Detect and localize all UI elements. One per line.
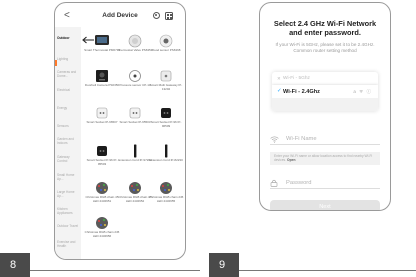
device-multi-gateway[interactable]: Smart Multi Gateway IP-13202 <box>150 69 182 90</box>
wifi-name-field[interactable]: Wi-Fi Name <box>270 133 380 145</box>
device-extension-cord-2[interactable]: Extension Cord IP-82230 <box>149 144 183 162</box>
sidebar-item-lighting[interactable]: Lighting <box>57 57 80 62</box>
device-christmas-chain-2[interactable]: Christmas RGB chain 45 LED 2432952 <box>118 181 152 202</box>
smart-socket-icon <box>129 107 141 119</box>
device-thermostat-valve[interactable]: Thermostat Valve PS6350 <box>118 34 152 52</box>
lock-icon <box>270 179 278 187</box>
device-smart-socket-4[interactable]: Smart Socket IP-96 IP-95503 <box>87 144 117 165</box>
doorbell-camera-icon <box>96 70 108 82</box>
device-christmas-chain-3[interactable]: Christmas RGB chain 245 LED 2432955 <box>149 181 183 202</box>
open-link[interactable]: Open <box>287 158 295 162</box>
device-smart-socket-1[interactable]: Smart Socket IP-96507 <box>86 106 118 124</box>
wifi-icon <box>270 136 279 143</box>
header-bar: < Add Device <box>55 10 185 23</box>
add-device-screen: < Add Device Outdoor Lighting Cameras an… <box>54 2 186 260</box>
sidebar-item-gateway[interactable]: Gateway Control <box>57 155 80 164</box>
device-thermostat[interactable]: Smart Thermostat PM6711 <box>84 34 120 52</box>
scan-icon[interactable] <box>153 12 160 19</box>
device-extension-cord-1[interactable]: Extension Cord IP-97203 <box>118 144 152 162</box>
flood-sensor-icon <box>159 34 173 48</box>
network-item-5ghz[interactable]: ✕ Wi-Fi - 5Ghz <box>272 72 378 85</box>
extension-cord-icon <box>165 144 168 158</box>
christmas-lights-icon <box>129 182 141 194</box>
smart-socket-icon <box>96 107 108 119</box>
valve-icon <box>128 34 142 48</box>
page-title: Select 2.4 GHz Wi-Fi Network and enter p… <box>273 19 377 37</box>
device-flood-sensor[interactable]: Flood sensor PS6368 <box>151 34 181 52</box>
instruction-text: If your Wi-Fi is 5GHz, please set it to … <box>275 42 375 53</box>
category-sidebar: Outdoor Lighting Cameras and Dome... Ele… <box>55 27 81 259</box>
qr-code-icon[interactable] <box>165 11 173 20</box>
sidebar-item-kitchen[interactable]: Kitchen Appliances <box>57 207 80 216</box>
step-number-9: 9 <box>209 253 239 277</box>
smart-socket-dark-icon <box>161 108 171 118</box>
sidebar-item-garden[interactable]: Garden and Indoors <box>57 137 80 146</box>
sidebar-item-outdoor-travel[interactable]: Outdoor Travel <box>57 224 80 229</box>
christmas-lights-icon <box>160 182 172 194</box>
smart-socket-dark-icon <box>97 146 107 156</box>
checkmark-icon: ✓ <box>277 88 282 94</box>
sidebar-item-exercise[interactable]: Exercise and Health <box>57 240 80 249</box>
unsupported-icon: ✕ <box>277 75 281 81</box>
location-hint: Enter your Wi-Fi name or allow location … <box>270 152 380 165</box>
sidebar-item-energy[interactable]: Energy <box>57 106 80 111</box>
pressure-sensor-icon <box>129 70 141 82</box>
sidebar-item-electrical[interactable]: Electrical <box>57 88 80 93</box>
sidebar-item-sensors[interactable]: Sensors <box>57 124 80 129</box>
sidebar-item-cameras[interactable]: Cameras and Dome... <box>57 70 80 79</box>
device-christmas-chain-1[interactable]: Christmas RGB chain 45 LED 2432951 <box>85 181 119 202</box>
thermostat-icon <box>95 35 109 45</box>
network-item-2-4ghz[interactable]: ✓ Wi-Fi - 2.4Ghz a ᯤ ⓘ <box>272 85 378 98</box>
christmas-lights-icon <box>96 217 108 229</box>
divider-line <box>30 270 200 271</box>
device-smart-socket-3[interactable]: Smart Socket IP-96 IP-96509 <box>151 106 181 127</box>
password-field[interactable]: Password <box>270 177 380 189</box>
device-pressure-sensor[interactable]: Pressure sensor CP-10 <box>119 69 151 87</box>
christmas-lights-icon <box>96 182 108 194</box>
sidebar-item-small-home[interactable]: Small Home Ap... <box>57 173 80 182</box>
wifi-setup-screen: Select 2.4 GHz Wi-Fi Network and enter p… <box>259 2 391 211</box>
network-item-empty <box>272 98 378 111</box>
device-christmas-chain-4[interactable]: Christmas RGB chain 245 LED 2432956 <box>85 216 119 237</box>
password-placeholder: Password <box>286 180 312 186</box>
divider-line <box>239 270 416 271</box>
gateway-icon <box>160 70 172 82</box>
wifi-name-placeholder: Wi-Fi Name <box>286 136 317 142</box>
device-smart-socket-2[interactable]: Smart Socket IP-95503 <box>119 106 151 124</box>
wifi-signal-icon: a ᯤ ⓘ <box>353 88 372 94</box>
step-number-8: 8 <box>0 253 30 277</box>
device-doorbell-camera[interactable]: Doorbell Camera PS6356 <box>85 69 119 87</box>
sidebar-item-large-home[interactable]: Large Home Ap... <box>57 190 80 199</box>
network-list: ✕ Wi-Fi - 5Ghz ✓ Wi-Fi - 2.4Ghz a ᯤ ⓘ <box>272 72 378 111</box>
extension-cord-icon <box>134 144 137 158</box>
next-button[interactable]: Next <box>270 200 380 210</box>
sidebar-item-outdoor[interactable]: Outdoor <box>57 36 80 41</box>
